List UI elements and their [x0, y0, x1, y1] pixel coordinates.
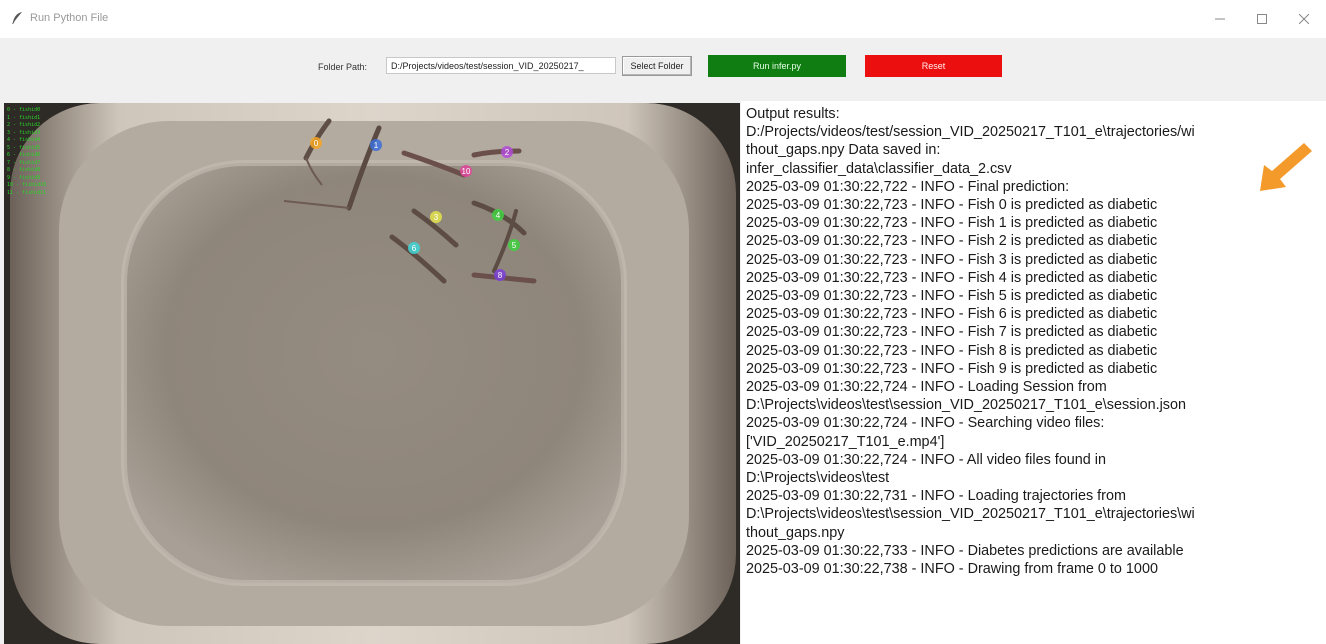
app-window: Run Python File Folder Path: D:/Projects… [0, 0, 1326, 644]
output-line: ['VID_20250217_T101_e.mp4'] [746, 433, 945, 450]
output-line: 2025-03-09 01:30:22,723 - INFO - Fish 4 … [746, 269, 1158, 286]
folder-path-input[interactable]: D:/Projects/videos/test/session_VID_2025… [386, 57, 616, 74]
output-panel[interactable]: Output results: D:/Projects/videos/test/s… [741, 101, 1326, 644]
window-title: Run Python File [30, 12, 109, 24]
title-bar: Run Python File [0, 0, 1326, 38]
legend-entry: 2 - fishid2 [7, 122, 41, 128]
fish-id-label: 6 [412, 244, 417, 253]
output-line: D:\Projects\videos\test\session_VID_2025… [746, 397, 1186, 414]
output-line: 2025-03-09 01:30:22,731 - INFO - Loading… [746, 488, 1126, 505]
fish-id-label: 0 [314, 139, 319, 148]
select-folder-button[interactable]: Select Folder [622, 56, 692, 76]
output-line: 2025-03-09 01:30:22,724 - INFO - Loading… [746, 379, 1107, 396]
legend-entry: 11 - fishid11 [7, 189, 47, 196]
close-button[interactable] [1284, 6, 1324, 32]
run-infer-button[interactable]: Run infer.py [708, 55, 846, 77]
fish-id-label: 4 [496, 211, 501, 220]
output-line: D:\Projects\videos\test\session_VID_2025… [746, 506, 1195, 523]
legend-entry: 9 - fishid9 [7, 174, 41, 181]
legend-entry: 6 - fishid6 [7, 152, 41, 158]
output-line: 2025-03-09 01:30:22,723 - INFO - Fish 0 … [746, 197, 1158, 214]
reset-button[interactable]: Reset [865, 55, 1002, 77]
folder-path-label: Folder Path: [318, 62, 368, 72]
close-icon [1299, 14, 1309, 24]
video-frame: 0 1 2 3 4 5 6 8 10 0 - fishid0 1 - fishid1 2 - f… [4, 103, 740, 644]
output-line: 2025-03-09 01:30:22,724 - INFO - All vid… [746, 451, 1106, 468]
tank-image: 0 1 2 3 4 5 6 8 10 [4, 103, 740, 644]
output-line: 2025-03-09 01:30:22,723 - INFO - Fish 9 … [746, 360, 1158, 377]
legend-entry: 3 - fishid3 [7, 129, 41, 136]
output-line: infer_classifier_data\classifier_data_2.… [746, 160, 1012, 177]
legend-entry: 8 - fishid8 [7, 167, 41, 173]
output-line: 2025-03-09 01:30:22,724 - INFO - Searchi… [746, 415, 1105, 432]
legend-entry: 1 - fishid1 [7, 114, 41, 121]
fish-id-label: 2 [505, 148, 510, 157]
legend-entry: 7 - fishid7 [7, 159, 41, 166]
fish-legend: 0 - fishid0 1 - fishid1 2 - fishid2 3 - … [7, 107, 46, 197]
output-line: thout_gaps.npy Data saved in: [746, 142, 941, 159]
output-line: D:/Projects/videos/test/session_VID_2025… [746, 124, 1195, 141]
output-line: thout_gaps.npy [746, 524, 845, 541]
arrow-down-left-icon [1260, 143, 1312, 191]
maximize-icon [1257, 14, 1267, 24]
output-line: 2025-03-09 01:30:22,723 - INFO - Fish 6 … [746, 306, 1158, 323]
fish-id-label: 8 [498, 271, 503, 280]
output-line: 2025-03-09 01:30:22,723 - INFO - Fish 7 … [746, 324, 1158, 341]
fish-id-label: 5 [512, 241, 517, 250]
fish-id-label: 10 [462, 167, 471, 176]
output-line: 2025-03-09 01:30:22,738 - INFO - Drawing… [746, 561, 1158, 578]
maximize-button[interactable] [1242, 6, 1282, 32]
fish-id-label: 1 [374, 141, 379, 150]
output-line: 2025-03-09 01:30:22,723 - INFO - Fish 5 … [746, 288, 1158, 305]
minimize-button[interactable] [1200, 6, 1240, 32]
legend-entry: 10 - fishid10 [7, 182, 47, 188]
output-line: 2025-03-09 01:30:22,723 - INFO - Fish 2 … [746, 233, 1158, 250]
output-line: 2025-03-09 01:30:22,723 - INFO - Fish 8 … [746, 342, 1158, 359]
legend-entry: 5 - fishid5 [7, 144, 41, 151]
output-line: 2025-03-09 01:30:22,723 - INFO - Fish 1 … [746, 215, 1158, 232]
fish-id-label: 3 [434, 213, 439, 222]
feather-icon [10, 11, 24, 25]
output-log: Output results: D:/Projects/videos/test/s… [746, 105, 1318, 578]
output-line: Output results: [746, 106, 840, 122]
output-line: 2025-03-09 01:30:22,723 - INFO - Fish 3 … [746, 251, 1158, 268]
legend-entry: 4 - fishid4 [7, 137, 41, 143]
output-line: 2025-03-09 01:30:22,733 - INFO - Diabete… [746, 542, 1184, 559]
output-line: D:\Projects\videos\test [746, 470, 890, 487]
output-line: 2025-03-09 01:30:22,722 - INFO - Final p… [746, 178, 1070, 195]
legend-entry: 0 - fishid0 [7, 107, 41, 113]
minimize-icon [1215, 14, 1225, 24]
